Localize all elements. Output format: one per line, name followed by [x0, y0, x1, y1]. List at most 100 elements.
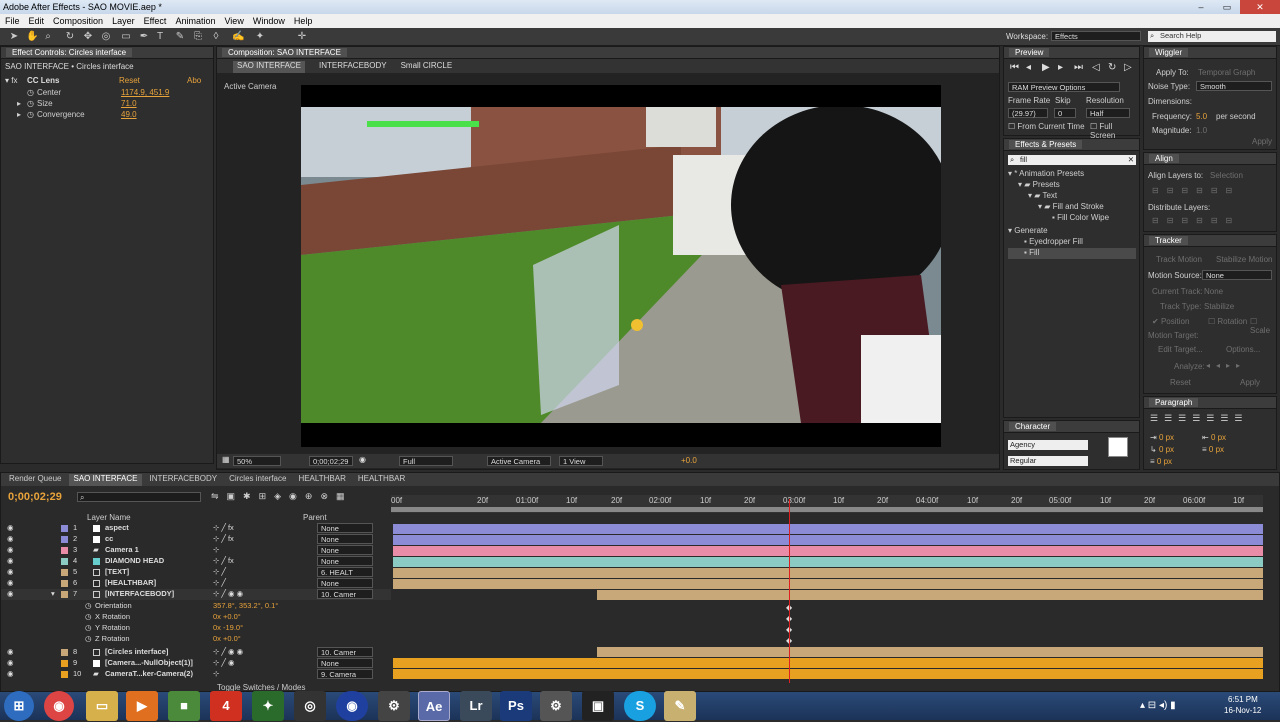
exposure-value[interactable]: +0.0	[681, 456, 697, 465]
tree-item[interactable]: ▪ Fill Color Wipe	[1008, 213, 1136, 224]
parent-select[interactable]: None	[317, 534, 373, 544]
space-before-field[interactable]: ≡ 0 px	[1150, 457, 1172, 466]
stopwatch-icon[interactable]: ◷	[27, 110, 34, 119]
parent-select[interactable]: None	[317, 578, 373, 588]
layer-name[interactable]: cc	[105, 534, 113, 543]
noise-type-select[interactable]: Smooth	[1196, 81, 1272, 91]
label-color-swatch[interactable]	[61, 591, 68, 598]
layer-switches-icon[interactable]: ⊹ ╱ ◉ ◉	[213, 647, 243, 656]
pan-behind-tool-icon[interactable]: ◎	[100, 31, 112, 43]
font-family-select[interactable]: Agency	[1008, 440, 1088, 450]
after-effects-icon[interactable]: Ae	[418, 691, 450, 721]
layer-row-expanded[interactable]: ◉ ▾ 7 [INTERFACEBODY] ⊹ ╱ ◉ ◉ 10. Camer	[1, 589, 391, 600]
comp-viewer[interactable]	[301, 85, 941, 447]
skype-icon[interactable]: S	[624, 691, 656, 721]
layer-row[interactable]: ◉ 5 [TEXT] ⊹ ╱ 6. HEALT	[1, 567, 391, 578]
layer-switches-icon[interactable]: ⊹ ╱ fx	[213, 523, 234, 532]
property-value[interactable]: 0x +0.0°	[213, 634, 241, 643]
menu-composition[interactable]: Composition	[53, 16, 103, 28]
from-current-checkbox[interactable]: ☐ From Current Time	[1008, 122, 1085, 131]
timeline-switch-icons[interactable]: ⇋▣✱⊞◈◉⊕⊗▦	[211, 491, 353, 502]
label-color-swatch[interactable]	[61, 569, 68, 576]
parent-select[interactable]: None	[317, 523, 373, 533]
prop-value[interactable]: 71.0	[121, 99, 137, 108]
wiggler-apply-button[interactable]: Apply	[1252, 137, 1272, 146]
visibility-eye-icon[interactable]: ◉	[7, 589, 14, 598]
crumb-small-circle[interactable]: Small CIRCLE	[401, 61, 453, 73]
photoshop-icon[interactable]: Ps	[500, 691, 532, 721]
layer-name[interactable]: [Circles interface]	[105, 647, 168, 656]
label-color-swatch[interactable]	[61, 580, 68, 587]
camera-tool-icon[interactable]: ✥	[82, 31, 94, 43]
layer-switches-icon[interactable]: ⊹ ╱	[213, 578, 226, 587]
layer-row[interactable]: ◉ 10 ▰ CameraT...ker-Camera(2) ⊹ 9. Came…	[1, 669, 391, 680]
layer-switches-icon[interactable]: ⊹ ╱	[213, 567, 226, 576]
options-button[interactable]: Options...	[1226, 345, 1260, 354]
distribute-buttons-icon[interactable]: ⊟⊟⊟⊟⊟⊟	[1152, 216, 1240, 225]
tray-icons[interactable]: ▴ ⊟ ◂) ▮	[1140, 700, 1176, 711]
loop-icon[interactable]: ↻	[1108, 62, 1116, 73]
media-player-icon[interactable]: ▶	[126, 691, 158, 721]
menu-help[interactable]: Help	[294, 16, 313, 28]
layer-name[interactable]: [TEXT]	[105, 567, 129, 576]
stopwatch-icon[interactable]: ◷	[85, 634, 92, 643]
axis-mode-icon[interactable]: ✛	[296, 31, 308, 43]
visibility-eye-icon[interactable]: ◉	[7, 578, 14, 587]
effects-presets-tab[interactable]: Effects & Presets	[1004, 139, 1139, 151]
close-button[interactable]: ✕	[1240, 0, 1280, 14]
tracker-apply-button[interactable]: Apply	[1240, 378, 1260, 387]
scale-checkbox[interactable]: ☐ Scale	[1250, 317, 1276, 335]
preview-tab[interactable]: Preview	[1004, 47, 1139, 59]
layer-switches-icon[interactable]: ⊹	[213, 669, 219, 678]
menu-window[interactable]: Window	[253, 16, 285, 28]
layer-bar[interactable]	[393, 535, 1263, 545]
indent-left-field[interactable]: ⇥ 0 px	[1150, 433, 1174, 442]
expand-icon[interactable]: ▸	[17, 99, 21, 108]
motion-source-select[interactable]: None	[1202, 270, 1272, 280]
magnitude-value[interactable]: 1.0	[1196, 126, 1207, 135]
chrome-icon[interactable]: ◉	[44, 691, 74, 721]
eraser-tool-icon[interactable]: ◊	[210, 31, 222, 43]
stopwatch-icon[interactable]: ◷	[85, 612, 92, 621]
parent-select[interactable]: 6. HEALT	[317, 567, 373, 577]
menu-effect[interactable]: Effect	[144, 16, 167, 28]
workspace-select[interactable]: Effects	[1051, 31, 1141, 41]
apply-to-select[interactable]: Temporal Graph	[1198, 68, 1255, 77]
layer-row[interactable]: ◉ 1 aspect ⊹ ╱ fx None	[1, 523, 391, 534]
camera-select[interactable]: Active Camera	[487, 456, 551, 466]
magnification-select[interactable]: 50%	[233, 456, 281, 466]
layer-row[interactable]: ◉ 2 cc ⊹ ╱ fx None	[1, 534, 391, 545]
stopwatch-icon[interactable]: ◷	[85, 623, 92, 632]
layer-bar[interactable]	[393, 524, 1263, 534]
current-time-indicator[interactable]	[789, 499, 790, 683]
tree-item[interactable]: ▾ ▰ Presets	[1008, 180, 1136, 191]
layer-bar[interactable]	[597, 590, 1263, 600]
layer-name[interactable]: aspect	[105, 523, 129, 532]
effect-about-link[interactable]: Abo	[187, 76, 201, 85]
start-button[interactable]: ⊞	[4, 691, 34, 721]
grid-icon[interactable]: ▦	[222, 455, 230, 464]
tracker-tab[interactable]: Tracker	[1144, 235, 1276, 247]
label-color-swatch[interactable]	[61, 671, 68, 678]
search-help-input[interactable]: ⌕ Search Help	[1148, 31, 1276, 42]
menu-file[interactable]: File	[5, 16, 20, 28]
next-frame-icon[interactable]: ▸	[1058, 62, 1063, 73]
menu-edit[interactable]: Edit	[29, 16, 45, 28]
layer-row[interactable]: ◉ 3 ▰ Camera 1 ⊹ None	[1, 545, 391, 556]
brush-tool-icon[interactable]: ✎	[174, 31, 186, 43]
text-tool-icon[interactable]: T	[154, 31, 166, 43]
tab-sao-interface[interactable]: SAO INTERFACE	[69, 474, 142, 486]
stopwatch-icon[interactable]: ◷	[27, 88, 34, 97]
menu-layer[interactable]: Layer	[112, 16, 135, 28]
clone-tool-icon[interactable]: ⎘	[192, 31, 204, 43]
prev-frame-icon[interactable]: ◂	[1026, 62, 1031, 73]
layer-switches-icon[interactable]: ⊹ ╱ fx	[213, 556, 234, 565]
effects-search-input[interactable]: ⌕ fill ✕	[1008, 155, 1136, 165]
skip-field[interactable]: 0	[1054, 108, 1076, 118]
visibility-eye-icon[interactable]: ◉	[7, 534, 14, 543]
layer-bar[interactable]	[393, 579, 1263, 589]
layer-bar[interactable]	[597, 647, 1263, 657]
tree-item[interactable]: ▾ ▰ Text	[1008, 191, 1136, 202]
pen-tool-icon[interactable]: ✒	[138, 31, 150, 43]
last-frame-icon[interactable]: ⏭	[1074, 62, 1083, 73]
